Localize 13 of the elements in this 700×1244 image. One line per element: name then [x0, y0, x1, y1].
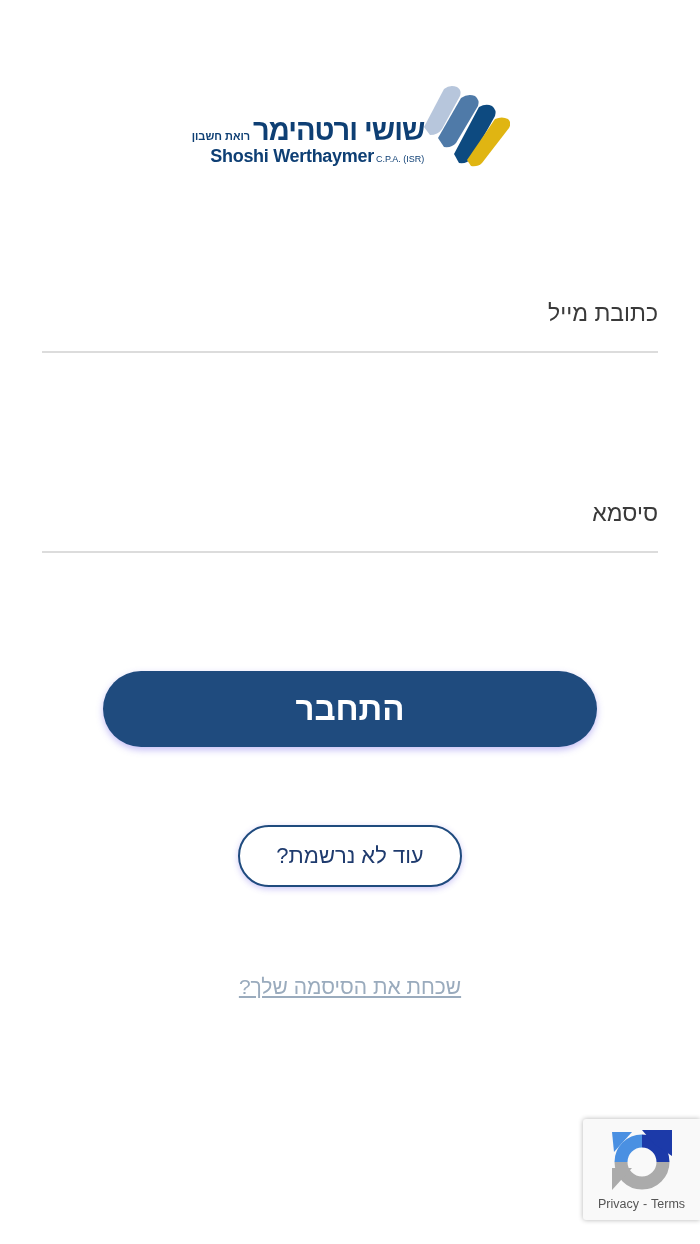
company-name-english: Shoshi Werthaymer [210, 146, 374, 166]
register-button[interactable]: עוד לא נרשמת? [238, 825, 462, 887]
terms-link[interactable]: Terms [651, 1196, 686, 1212]
company-name-hebrew: שושי ורטהימר [253, 115, 425, 146]
login-button[interactable]: התחבר [103, 671, 597, 747]
link-separator: - [642, 1196, 648, 1212]
company-title-hebrew: רואת חשבון [191, 130, 251, 142]
password-field[interactable]: סיסמא [42, 476, 658, 553]
logo-stripes-icon [424, 85, 511, 167]
circular-arrows-icon [609, 1128, 674, 1192]
company-title-english: C.P.A. (ISR) [375, 154, 425, 164]
email-field[interactable]: כתובת מייל [42, 276, 658, 353]
privacy-link[interactable]: Privacy [597, 1196, 639, 1212]
